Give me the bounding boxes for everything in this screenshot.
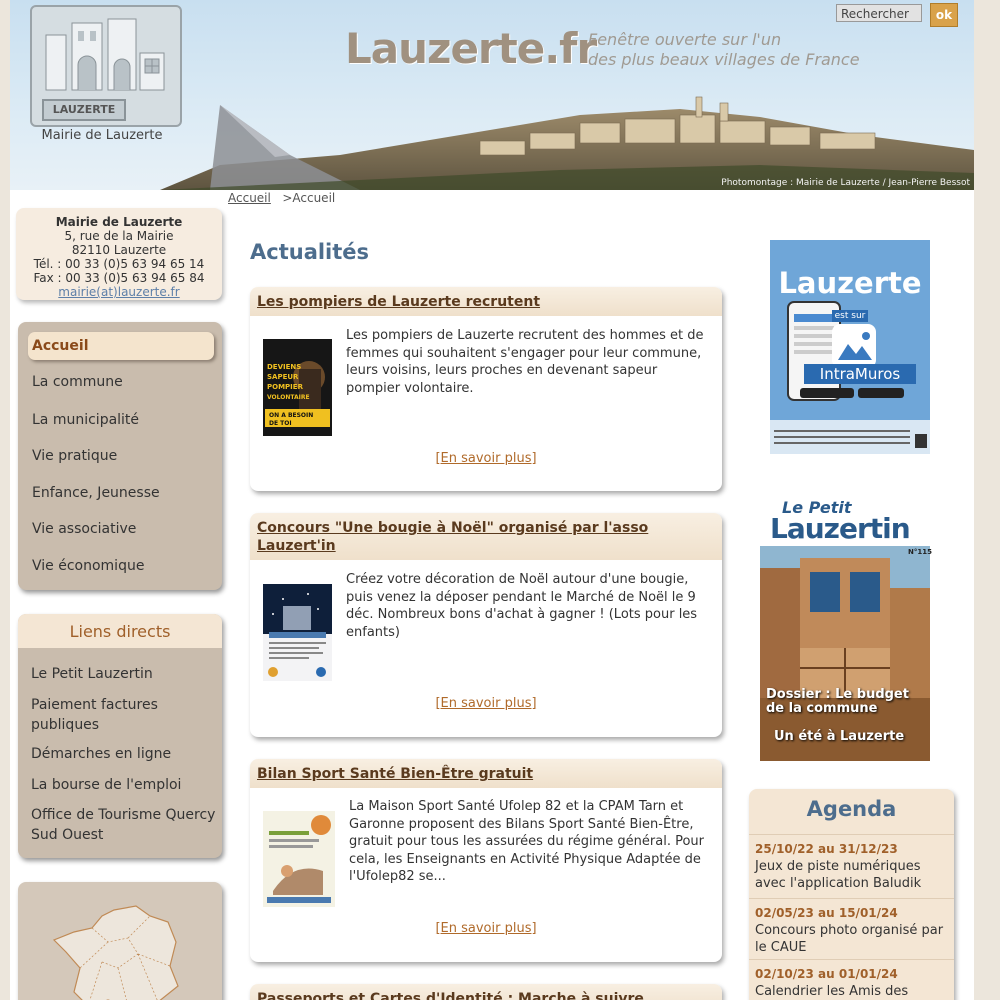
village-panorama-image [160, 96, 974, 190]
agenda-event-text: Jeux de piste numériques avec l'applicat… [755, 859, 922, 891]
tagline-line-1: Fenêtre ouverte sur l'un [588, 30, 782, 49]
breadcrumb-current: >Accueil [282, 191, 336, 205]
magazine-headline-1: Dossier : Le budget de la commune [766, 687, 909, 716]
contact-city: 82110 Lauzerte [71, 243, 167, 257]
agenda-event-dates: 25/10/22 au 31/12/23 [755, 842, 898, 856]
svg-text:VOLONTAIRE: VOLONTAIRE [267, 394, 310, 401]
svg-text:DE TOI: DE TOI [269, 420, 292, 427]
agenda-event-text: Calendrier les Amis des [755, 984, 909, 999]
agenda-event-text: Concours photo organisé par le CAUE [755, 923, 944, 955]
agenda-event[interactable]: 25/10/22 au 31/12/23 Jeux de piste numér… [749, 834, 954, 892]
logo-caption: Mairie de Lauzerte [41, 128, 163, 143]
news-card-more-link[interactable]: [En savoir plus] [250, 921, 722, 936]
contact-box: Mairie de Lauzerte 5, rue de la Mairie 8… [16, 208, 222, 300]
intramuros-title: Lauzerte [778, 266, 922, 300]
agenda-event-dates: 02/10/23 au 01/01/24 [755, 967, 898, 981]
news-card: Passeports et Cartes d'Identité : Marche… [250, 984, 722, 1000]
logo-building-icon [45, 18, 165, 91]
breadcrumb: Accueil >Accueil [228, 191, 335, 205]
contact-email-link[interactable]: mairie(at)lauzerte.fr [16, 285, 222, 299]
news-card: Les pompiers de Lauzerte recrutent DEVIE… [250, 287, 722, 491]
nav-item-vie-pratique[interactable]: Vie pratique [32, 448, 117, 464]
page: LAUZERTE Mairie de Lauzerte Lauzerte.fr … [10, 0, 974, 1000]
contact-street: 5, rue de la Mairie [64, 229, 174, 243]
svg-text:DEVIENS: DEVIENS [267, 363, 301, 371]
svg-text:POMPIER: POMPIER [267, 383, 304, 391]
contact-tel: Tél. : 00 33 (0)5 63 94 65 14 [33, 257, 205, 271]
magazine-title-big: Lauzertin [770, 512, 911, 545]
news-card-image[interactable] [263, 811, 335, 907]
direct-links-title: Liens directs [18, 614, 222, 648]
svg-text:ON A BESOIN: ON A BESOIN [269, 412, 313, 419]
intramuros-ad-banner[interactable]: Lauzerte est sur IntraMuros [770, 240, 930, 454]
news-card-title-link[interactable]: Concours "Une bougie à Noël" organisé pa… [250, 513, 722, 560]
contact-name: Mairie de Lauzerte [55, 215, 183, 229]
site-title[interactable]: Lauzerte.fr [345, 24, 597, 73]
agenda-event[interactable]: 02/10/23 au 01/01/24 Calendrier les Amis… [749, 959, 954, 1000]
intramuros-app-name: IntraMuros [804, 364, 916, 384]
svg-text:SAPEUR: SAPEUR [267, 373, 299, 381]
nav-item-la-commune[interactable]: La commune [32, 374, 123, 390]
news-section-title: Actualités [250, 240, 370, 264]
photo-credit: Photomontage : Mairie de Lauzerte / Jean… [721, 178, 970, 188]
nav-item-vie-associative[interactable]: Vie associative [32, 521, 136, 537]
site-tagline: Fenêtre ouverte sur l'un des plus beaux … [588, 30, 860, 70]
news-card-summary: Les pompiers de Lauzerte recrutent des h… [346, 328, 704, 396]
magazine-headline-2: Un été à Lauzerte [774, 729, 905, 744]
search-input[interactable]: Rechercher [836, 4, 922, 22]
intramuros-sub: est sur [832, 310, 868, 322]
link-petit-lauzertin[interactable]: Le Petit Lauzertin [31, 664, 216, 684]
magazine-issue: N°115 [908, 548, 932, 556]
petit-lauzertin-cover[interactable]: Le Petit Lauzertin N°115 Dossier : Le bu… [760, 498, 932, 761]
news-card-more-link[interactable]: [En savoir plus] [250, 696, 722, 711]
contact-fax: Fax : 00 33 (0)5 63 94 65 84 [33, 271, 205, 285]
main-nav: Accueil La commune La municipalité Vie p… [18, 322, 222, 590]
news-card-title-link[interactable]: Les pompiers de Lauzerte recrutent [250, 287, 722, 316]
link-bourse-emploi[interactable]: La bourse de l'emploi [31, 775, 216, 795]
news-card-image[interactable]: DEVIENS SAPEUR POMPIER VOLONTAIRE ON A B… [263, 339, 332, 436]
direct-links-box: Liens directs Le Petit Lauzertin Paiemen… [18, 614, 222, 858]
news-card-summary: Créez votre décoration de Noël autour d'… [346, 572, 698, 640]
agenda-event-dates: 02/05/23 au 15/01/24 [755, 906, 898, 920]
firefighter-poster-icon: DEVIENS SAPEUR POMPIER VOLONTAIRE ON A B… [263, 339, 332, 436]
nav-item-la-municipalite[interactable]: La municipalité [32, 412, 139, 428]
news-card-summary: La Maison Sport Santé Ufolep 82 et la CP… [349, 799, 705, 884]
agenda-title: Agenda [806, 797, 897, 821]
news-card: Bilan Sport Santé Bien-Être gratuit La M… [250, 759, 722, 962]
news-card-title-link[interactable]: Bilan Sport Santé Bien-Être gratuit [250, 759, 722, 788]
news-card-title-link[interactable]: Passeports et Cartes d'Identité : Marche… [250, 984, 722, 1000]
nav-item-enfance-jeunesse[interactable]: Enfance, Jeunesse [32, 485, 160, 501]
link-office-tourisme[interactable]: Office de Tourisme Quercy Sud Ouest [31, 805, 216, 845]
candle-contest-poster-icon [263, 584, 332, 681]
tagline-line-2: des plus beaux villages de France [588, 50, 860, 69]
france-map-box[interactable] [18, 882, 222, 1000]
news-card-more-link[interactable]: [En savoir plus] [250, 451, 722, 466]
link-demarches-en-ligne[interactable]: Démarches en ligne [31, 744, 216, 764]
search-button[interactable]: ok [930, 3, 958, 27]
nav-item-vie-economique[interactable]: Vie économique [32, 558, 144, 574]
link-paiement-factures[interactable]: Paiement factures publiques [31, 695, 216, 735]
agenda-box: Agenda 25/10/22 au 31/12/23 Jeux de pist… [749, 789, 954, 1000]
nav-item-accueil[interactable]: Accueil [28, 332, 214, 360]
france-map-icon [52, 905, 179, 1000]
header-banner: LAUZERTE Mairie de Lauzerte Lauzerte.fr … [10, 0, 974, 190]
news-card: Concours "Une bougie à Noël" organisé pa… [250, 513, 722, 737]
logo-wordmark: LAUZERTE [42, 99, 126, 121]
breadcrumb-home-link[interactable]: Accueil [228, 191, 271, 205]
news-card-image[interactable] [263, 584, 332, 681]
agenda-event[interactable]: 02/05/23 au 15/01/24 Concours photo orga… [749, 898, 954, 956]
sport-sante-poster-icon [263, 811, 335, 907]
